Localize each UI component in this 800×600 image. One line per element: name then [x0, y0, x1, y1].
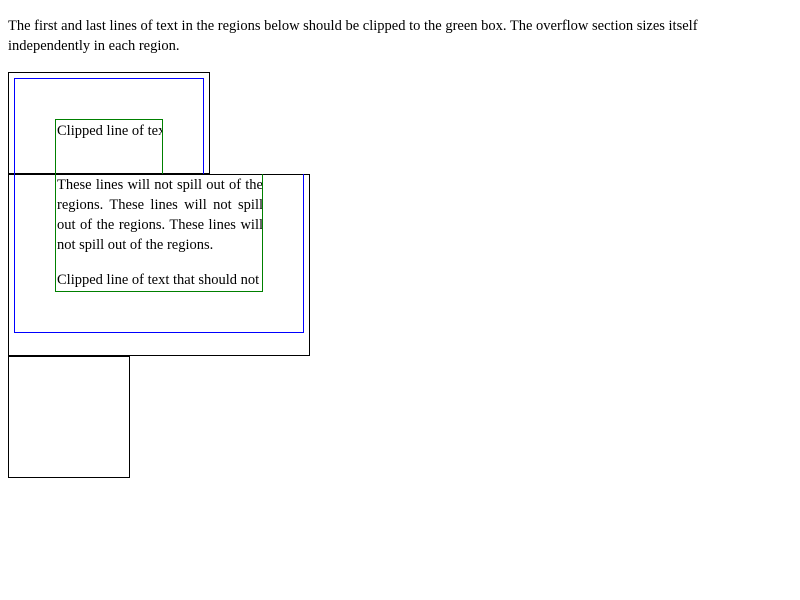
test-description: The first and last lines of text in the … — [8, 18, 698, 54]
clip-box-top: Clipped line of text that should not be … — [55, 119, 163, 174]
first-clipped-line: Clipped line of text that should not be … — [57, 123, 162, 139]
clip-box-bottom: These lines will not spill out of the re… — [55, 174, 263, 292]
region-3 — [8, 356, 130, 478]
last-clipped-line: Clipped line of text that should not be … — [57, 272, 262, 288]
region-flow-text: These lines will not spill out of the re… — [57, 177, 263, 253]
